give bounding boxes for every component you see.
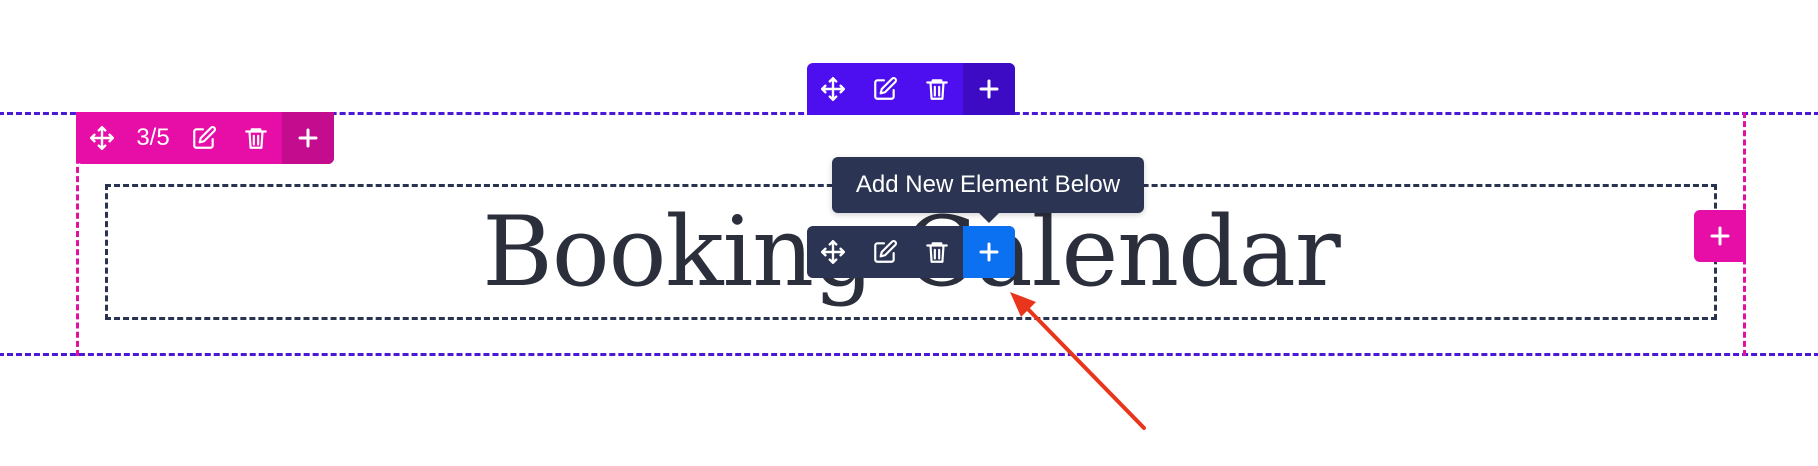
trash-icon [245,128,267,149]
section-delete-button[interactable] [911,63,963,115]
section-move-button[interactable] [807,63,859,115]
plus-icon [979,79,999,99]
tooltip: Add New Element Below [832,157,1144,213]
row-delete-button[interactable] [230,112,282,164]
section-edit-button[interactable] [859,63,911,115]
edit-icon [874,240,897,263]
row-edit-button[interactable] [178,112,230,164]
plus-icon [298,128,318,148]
add-new-element-below-button[interactable] [963,226,1015,278]
row-add-button[interactable] [282,112,334,164]
edit-icon [193,126,216,149]
module-move-button[interactable] [807,226,859,278]
plus-icon [1710,226,1730,246]
module-toolbar [807,226,1015,278]
edit-icon [874,77,897,100]
section-toolbar [807,63,1015,115]
trash-icon [926,79,948,100]
row-column-counter: 3/5 [136,124,170,151]
plus-icon [979,242,999,262]
row-toolbar: 3/5 [76,112,334,164]
module-edit-button[interactable] [859,226,911,278]
tooltip-caret [978,212,1000,223]
move-icon [820,76,846,102]
row-move-button[interactable] [76,112,128,164]
module-delete-button[interactable] [911,226,963,278]
move-icon [820,239,846,265]
move-icon [89,125,115,151]
section-add-button[interactable] [963,63,1015,115]
trash-icon [926,242,948,263]
add-column-button[interactable] [1694,210,1746,262]
